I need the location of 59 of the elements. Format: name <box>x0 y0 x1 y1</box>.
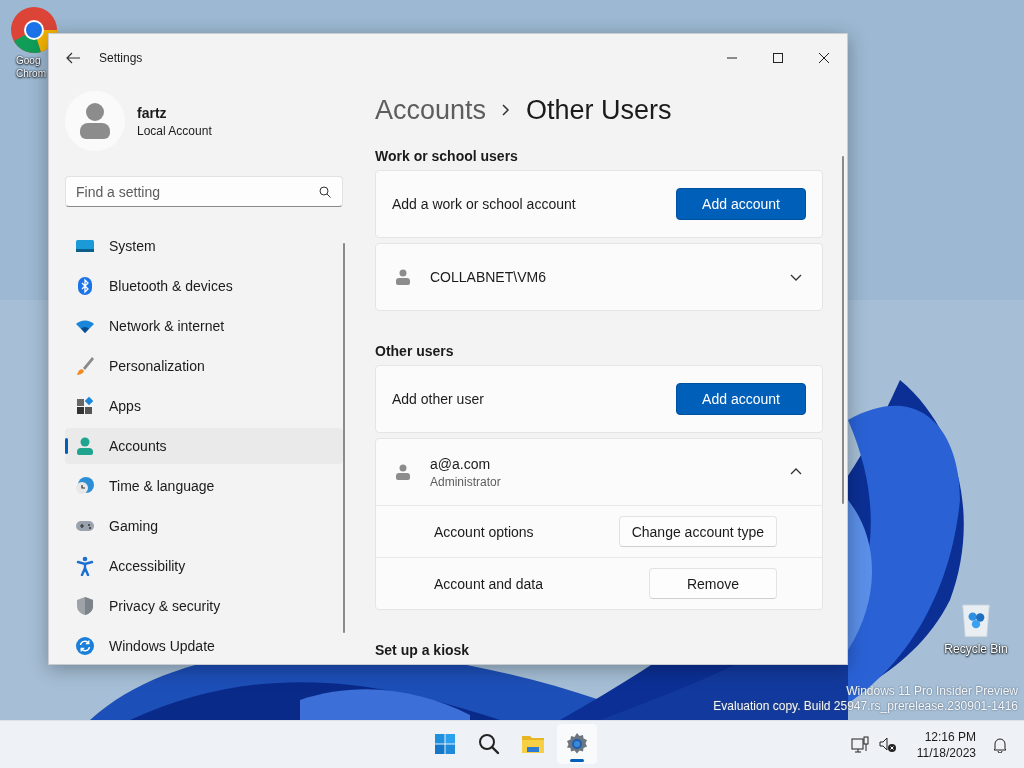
nav-item[interactable]: Network & internet <box>65 308 343 344</box>
clock-time: 12:16 PM <box>924 728 976 745</box>
chrome-icon[interactable] <box>10 6 58 54</box>
card-label: Add a work or school account <box>392 196 576 212</box>
nav-item[interactable]: Windows Update <box>65 628 343 664</box>
search-field[interactable]: Find a setting <box>65 176 343 207</box>
nav-item[interactable]: Personalization <box>65 348 343 384</box>
user-name: fartz <box>137 104 168 121</box>
accessibility-icon <box>75 556 95 576</box>
add-account-button[interactable]: Add account <box>676 383 806 415</box>
section-title: Set up a kiosk <box>375 641 471 660</box>
account-type: Local Account <box>137 123 212 138</box>
person-icon <box>75 436 95 456</box>
clock[interactable]: 12:16 PM 11/18/2023 <box>916 728 976 761</box>
window-title: Settings <box>99 51 143 65</box>
search-icon <box>319 186 331 198</box>
person-icon <box>396 464 410 480</box>
clock-date: 11/18/2023 <box>916 744 976 761</box>
option-label: Account and data <box>434 575 543 592</box>
network-icon[interactable] <box>850 735 869 754</box>
nav-item[interactable]: Privacy & security <box>65 588 343 624</box>
nav-item[interactable]: Apps <box>65 388 343 424</box>
bluetooth-icon <box>75 276 95 296</box>
search-icon[interactable] <box>479 734 500 755</box>
taskbar-app[interactable] <box>557 724 597 764</box>
maximize-icon[interactable] <box>773 53 783 63</box>
folder-icon[interactable] <box>522 736 544 753</box>
option-button[interactable]: Change account type <box>618 516 777 547</box>
shield-icon <box>75 596 95 616</box>
chevron-right-icon <box>502 104 511 116</box>
user-name: COLLABNET\VM6 <box>430 269 546 285</box>
apps-icon <box>75 396 95 416</box>
nav-item[interactable]: Accounts <box>65 428 343 464</box>
close-icon[interactable] <box>819 53 829 63</box>
globe-clock-icon <box>75 476 95 496</box>
windows-logo-icon[interactable] <box>435 734 455 754</box>
gear-icon[interactable] <box>567 733 587 754</box>
nav-item[interactable]: Bluetooth & devices <box>65 268 343 304</box>
bell-icon[interactable] <box>992 736 1008 753</box>
card-label: Add other user <box>392 391 484 407</box>
user-role: Administrator <box>430 474 501 489</box>
option-label: Account options <box>434 523 534 540</box>
section-title: Work or school users <box>375 147 519 166</box>
breadcrumb-link[interactable]: Accounts <box>375 94 487 126</box>
scrollbar[interactable] <box>343 243 345 633</box>
option-button[interactable]: Remove <box>649 568 777 599</box>
section-title: Other users <box>375 342 455 361</box>
brush-icon <box>75 356 95 376</box>
scrollbar[interactable] <box>842 156 844 504</box>
user-name: a@a.com <box>430 455 492 472</box>
speaker-muted-icon[interactable] <box>878 735 897 754</box>
sync-icon <box>75 636 95 656</box>
nav-item[interactable]: Gaming <box>65 508 343 544</box>
page-title: Other Users <box>526 94 672 126</box>
nav-item[interactable]: Accessibility <box>65 548 343 584</box>
add-account-button[interactable]: Add account <box>676 188 806 220</box>
person-icon <box>396 269 410 285</box>
nav-item[interactable]: Time & language <box>65 468 343 504</box>
nav-item[interactable]: System <box>65 228 343 264</box>
